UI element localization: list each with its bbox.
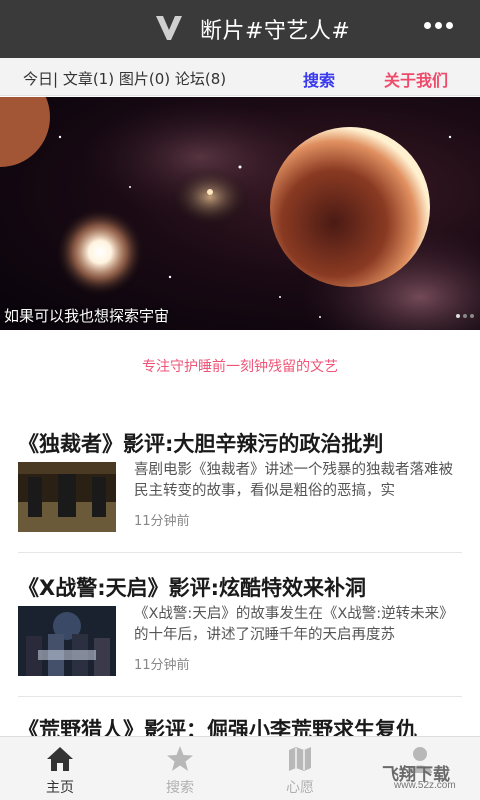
- banner-pagination[interactable]: [453, 303, 474, 322]
- banner-image: [0, 97, 480, 330]
- tab-wish[interactable]: 心愿: [240, 737, 360, 800]
- divider: [18, 696, 462, 697]
- page-title: 断片#守艺人#: [200, 19, 351, 44]
- article-time: 11分钟前: [134, 658, 190, 673]
- nav-bar: 今日| 文章(1) 图片(0) 论坛(8) 搜索 关于我们: [0, 58, 480, 96]
- article-title[interactable]: 《独裁者》影评:大胆辛辣污的政治批判: [18, 428, 383, 458]
- tagline: 专注守护睡前一刻钟残留的文艺: [142, 359, 338, 375]
- banner-caption: 如果可以我也想探索宇宙: [4, 307, 170, 325]
- article-thumbnail[interactable]: [18, 462, 116, 532]
- logo-icon[interactable]: [156, 16, 182, 40]
- tab-label: 心愿: [286, 780, 314, 796]
- article-item[interactable]: 《独裁者》影评:大胆辛辣污的政治批判 喜剧电影《独裁者》讲述一个残暴的独裁者落难…: [18, 428, 462, 554]
- nav-search-link[interactable]: 搜索: [303, 67, 335, 91]
- tab-home[interactable]: 主页: [0, 737, 120, 800]
- article-thumbnail[interactable]: [18, 606, 116, 676]
- map-icon: [289, 747, 311, 771]
- article-description: 《X战警:天启》的故事发生在《X战警:逆转未来》的十年后，讲述了沉睡千年的天启再…: [134, 606, 454, 643]
- watermark: 飞翔下载 www.52z.com: [382, 760, 478, 798]
- star-icon: [167, 746, 193, 771]
- home-icon: [47, 747, 73, 771]
- tab-search[interactable]: 搜索: [120, 737, 240, 800]
- banner-slider[interactable]: 如果可以我也想探索宇宙: [0, 97, 480, 330]
- nav-categories[interactable]: 今日| 文章(1) 图片(0) 论坛(8): [23, 68, 226, 89]
- more-menu-icon[interactable]: [424, 22, 454, 32]
- article-time: 11分钟前: [134, 514, 190, 529]
- watermark-url: www.52z.com: [394, 780, 456, 791]
- article-title[interactable]: 《X战警:天启》影评:炫酷特效来补洞: [18, 572, 366, 602]
- article-description: 喜剧电影《独裁者》讲述一个残暴的独裁者落难被民主转变的故事，看似是粗俗的恶搞，实: [134, 462, 453, 499]
- article-item[interactable]: 《X战警:天启》影评:炫酷特效来补洞 《X战警:天启》的故事发生在《X战警:逆转…: [18, 572, 462, 698]
- nav-about-link[interactable]: 关于我们: [384, 67, 448, 91]
- tab-label: 主页: [46, 780, 74, 796]
- tab-label: 搜索: [166, 780, 194, 796]
- top-bar: 断片#守艺人#: [0, 0, 480, 58]
- divider: [18, 552, 462, 553]
